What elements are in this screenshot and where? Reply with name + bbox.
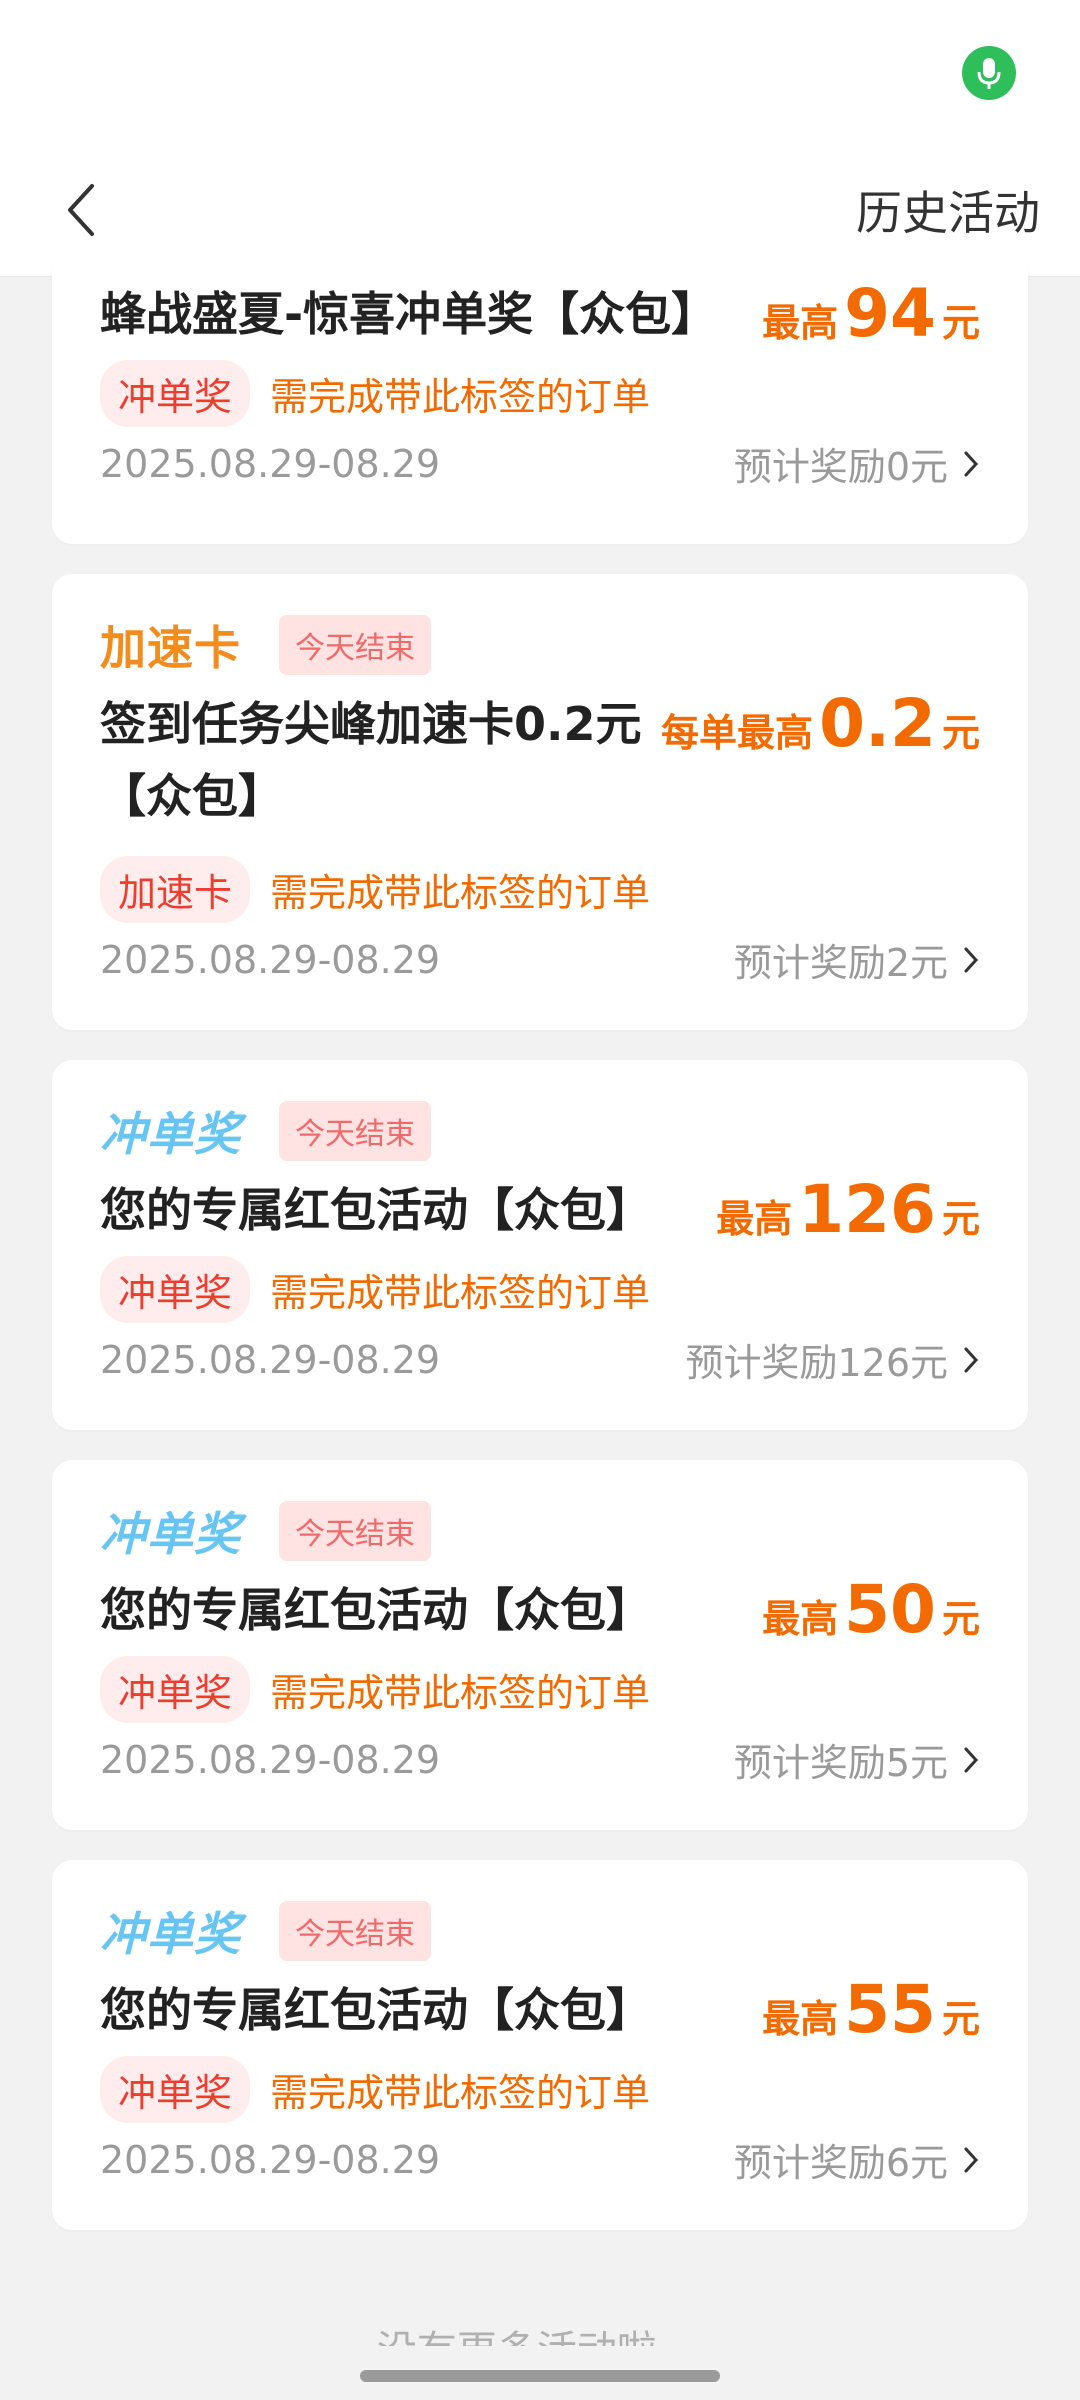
tag-description: 需完成带此标签的订单 [270, 1671, 651, 1715]
card-title-row: 您的专属红包活动【众包】 最高 126 元 [100, 1174, 980, 1255]
activity-date: 2025.08.29-08.29 [100, 1337, 441, 1382]
activity-date: 2025.08.29-08.29 [100, 2137, 441, 2182]
estimated-reward-link[interactable]: 预计奖励0元 [734, 436, 980, 491]
status-bar [0, 0, 1080, 150]
estimated-reward-link[interactable]: 预计奖励5元 [734, 1732, 980, 1787]
ends-today-badge: 今天结束 [279, 615, 431, 675]
card-title: 签到任务尖峰加速卡0.2元 【众包】 [100, 688, 642, 832]
card-title: 您的专属红包活动【众包】 [100, 1183, 652, 1237]
card-badges: 加速卡 今天结束 [100, 612, 431, 678]
reward-prefix: 最高 [716, 1197, 793, 1241]
card-title-row: 您的专属红包活动【众包】 最高 55 元 [100, 1974, 980, 2055]
activity-card[interactable]: 冲单奖 今天结束 您的专属红包活动【众包】 最高 55 元 冲单奖 需完成带此标… [52, 1860, 1028, 2230]
reward-unit: 元 [941, 711, 980, 755]
reward-prefix: 最高 [762, 1997, 839, 2041]
reward-amount: 50 [844, 1571, 936, 1648]
reward-prefix: 每单最高 [661, 711, 814, 755]
chevron-right-icon [962, 2145, 980, 2175]
date-row: 2025.08.29-08.29 预计奖励126元 [100, 1332, 980, 1387]
microphone-icon[interactable] [962, 46, 1016, 100]
ends-today-badge: 今天结束 [279, 1501, 431, 1561]
reward-amount: 55 [844, 1971, 936, 2048]
chevron-right-icon [962, 449, 980, 479]
card-title-row: 签到任务尖峰加速卡0.2元 【众包】 每单最高 0.2 元 [100, 688, 980, 832]
reward-unit: 元 [941, 1997, 980, 2041]
tag-description: 需完成带此标签的订单 [270, 1271, 651, 1315]
reward-amount: 0.2 [819, 685, 936, 762]
reward-amount: 94 [844, 275, 936, 352]
estimated-reward: 预计奖励0元 [733, 445, 948, 489]
ends-today-badge: 今天结束 [279, 1101, 431, 1161]
activity-date: 2025.08.29-08.29 [100, 1737, 441, 1782]
date-row: 2025.08.29-08.29 预计奖励5元 [100, 1732, 980, 1787]
ends-today-badge: 今天结束 [279, 1901, 431, 1961]
activity-card[interactable]: 冲单奖 今天结束 您的专属红包活动【众包】 最高 126 元 冲单奖 需完成带此… [52, 1060, 1028, 1430]
tag-description: 需完成带此标签的订单 [270, 871, 651, 915]
back-arrow-icon [68, 184, 94, 236]
card-badges: 冲单奖 今天结束 [100, 1898, 431, 1964]
date-row: 2025.08.29-08.29 预计奖励0元 [100, 436, 980, 491]
reward-prefix: 最高 [762, 301, 839, 345]
date-row: 2025.08.29-08.29 预计奖励2元 [100, 932, 980, 987]
card-title-line: 签到任务尖峰加速卡0.2元 [100, 697, 642, 751]
card-badges: 冲单奖 今天结束 [100, 1098, 431, 1164]
activity-date: 2025.08.29-08.29 [100, 937, 441, 982]
estimated-reward: 预计奖励2元 [733, 941, 948, 985]
card-badges: 冲单奖 今天结束 [100, 1498, 431, 1564]
card-title: 您的专属红包活动【众包】 [100, 1983, 652, 2037]
tag-row: 冲单奖 需完成带此标签的订单 [100, 1256, 650, 1323]
back-button[interactable] [40, 162, 120, 258]
estimated-reward-link[interactable]: 预计奖励126元 [685, 1332, 980, 1387]
type-badge: 冲单奖 [100, 1507, 241, 1561]
estimated-reward-link[interactable]: 预计奖励2元 [734, 932, 980, 987]
reward-unit: 元 [941, 301, 980, 345]
tag-row: 加速卡 需完成带此标签的订单 [100, 856, 650, 923]
order-tag: 冲单奖 [100, 1256, 251, 1323]
order-tag: 冲单奖 [100, 360, 251, 427]
reward-unit: 元 [941, 1597, 980, 1641]
reward-amount: 126 [798, 1171, 936, 1248]
tag-description: 需完成带此标签的订单 [270, 2071, 651, 2115]
reward-unit: 元 [941, 1197, 980, 1241]
estimated-reward: 预计奖励5元 [733, 1741, 948, 1785]
order-tag: 加速卡 [100, 856, 251, 923]
reward-max: 最高 55 元 [762, 1974, 980, 2055]
estimated-reward-link[interactable]: 预计奖励6元 [734, 2132, 980, 2187]
activity-card[interactable]: 蜂战盛夏-惊喜冲单奖【众包】 最高 94 元 冲单奖 需完成带此标签的订单 20… [52, 266, 1028, 544]
chevron-right-icon [962, 1345, 980, 1375]
activity-date: 2025.08.29-08.29 [100, 441, 441, 486]
card-title: 蜂战盛夏-惊喜冲单奖【众包】 [100, 287, 718, 341]
reward-max: 最高 126 元 [716, 1174, 980, 1255]
card-title-row: 您的专属红包活动【众包】 最高 50 元 [100, 1574, 980, 1655]
activity-card[interactable]: 冲单奖 今天结束 您的专属红包活动【众包】 最高 50 元 冲单奖 需完成带此标… [52, 1460, 1028, 1830]
order-tag: 冲单奖 [100, 2056, 251, 2123]
chevron-right-icon [962, 1745, 980, 1775]
estimated-reward: 预计奖励6元 [733, 2141, 948, 2185]
reward-max: 每单最高 0.2 元 [661, 688, 980, 769]
type-badge: 加速卡 [100, 621, 241, 675]
card-title-row: 蜂战盛夏-惊喜冲单奖【众包】 最高 94 元 [100, 278, 980, 359]
estimated-reward: 预计奖励126元 [685, 1341, 948, 1385]
date-row: 2025.08.29-08.29 预计奖励6元 [100, 2132, 980, 2187]
tag-row: 冲单奖 需完成带此标签的订单 [100, 1656, 650, 1723]
card-title-line: 【众包】 [100, 769, 284, 823]
reward-max: 最高 50 元 [762, 1574, 980, 1655]
history-activities-link[interactable]: 历史活动 [856, 170, 1040, 256]
reward-prefix: 最高 [762, 1597, 839, 1641]
home-indicator[interactable] [360, 2370, 720, 2382]
activity-card[interactable]: 加速卡 今天结束 签到任务尖峰加速卡0.2元 【众包】 每单最高 0.2 元 加… [52, 574, 1028, 1030]
tag-row: 冲单奖 需完成带此标签的订单 [100, 360, 650, 427]
order-tag: 冲单奖 [100, 1656, 251, 1723]
tag-description: 需完成带此标签的订单 [270, 375, 651, 419]
tag-row: 冲单奖 需完成带此标签的订单 [100, 2056, 650, 2123]
chevron-right-icon [962, 945, 980, 975]
header: 历史活动 [0, 150, 1080, 276]
type-badge: 冲单奖 [100, 1107, 241, 1161]
card-title: 您的专属红包活动【众包】 [100, 1583, 652, 1637]
reward-max: 最高 94 元 [762, 278, 980, 359]
type-badge: 冲单奖 [100, 1907, 241, 1961]
